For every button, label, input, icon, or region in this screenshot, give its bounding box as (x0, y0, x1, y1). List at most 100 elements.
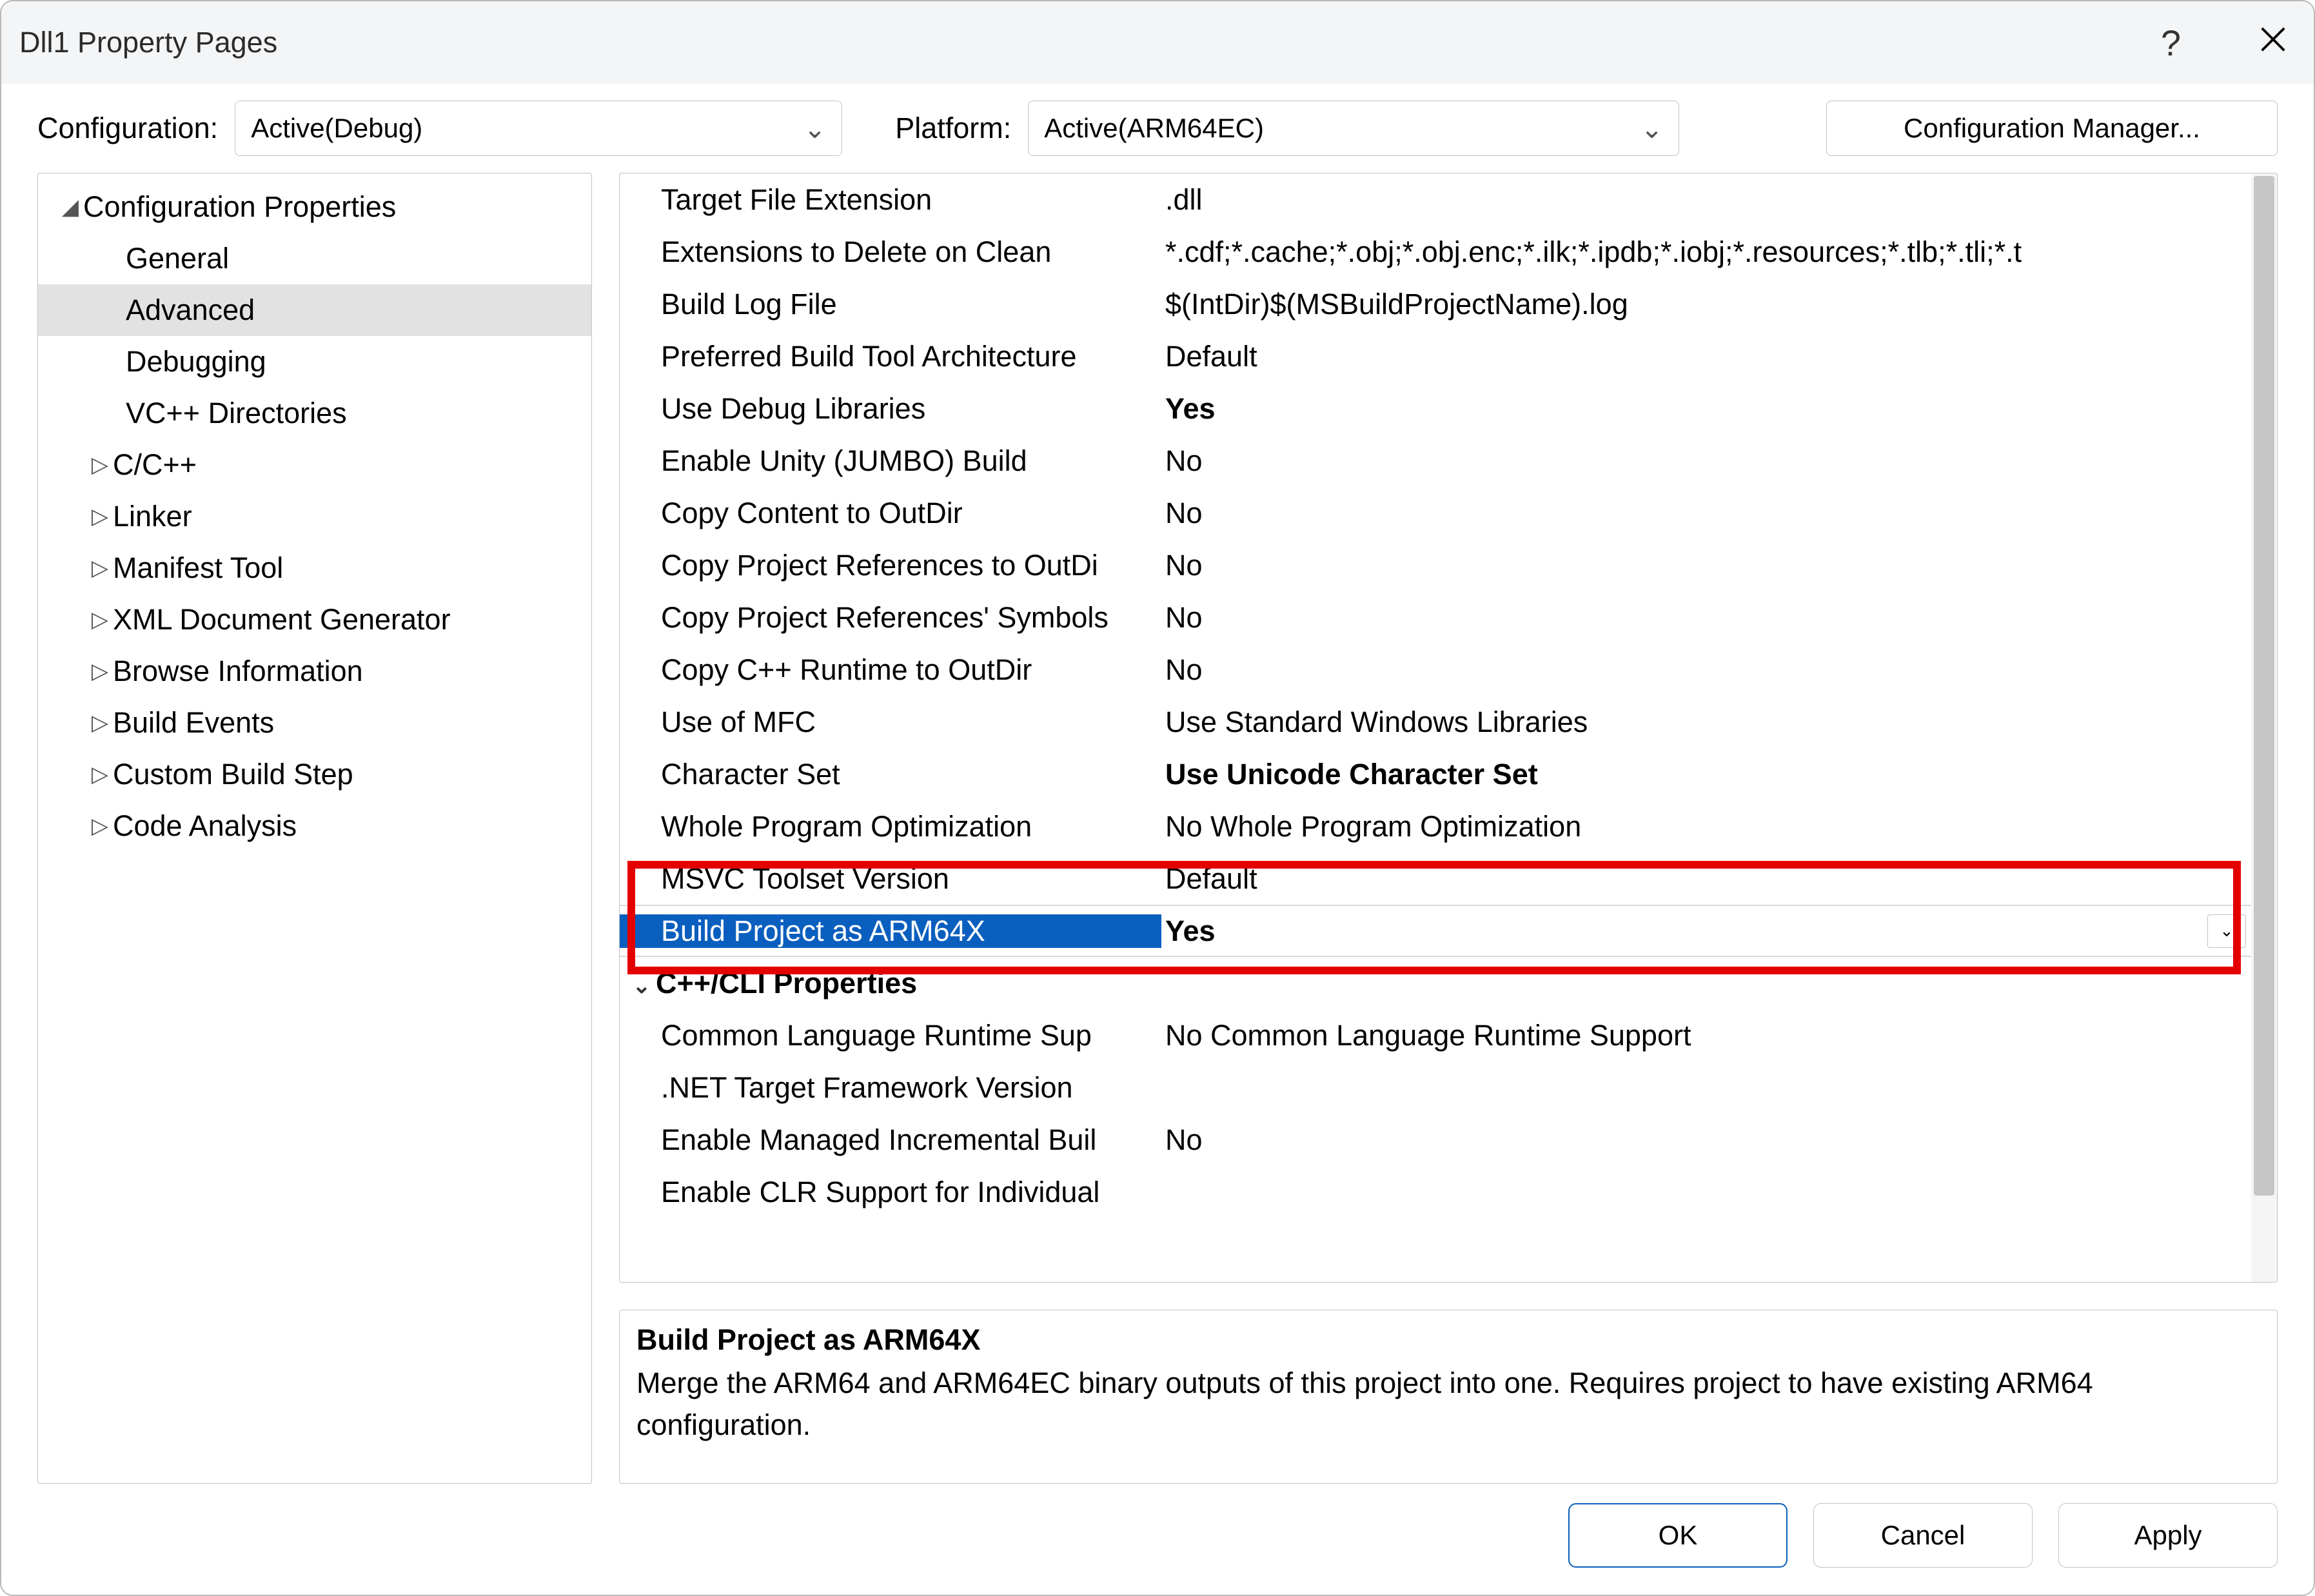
tree-item-label: Browse Information (113, 655, 363, 688)
property-name: Copy C++ Runtime to OutDir (620, 653, 1161, 687)
tree-item[interactable]: ▷Browse Information (38, 645, 591, 697)
property-value[interactable]: No (1161, 653, 2251, 687)
tree-item[interactable]: VC++ Directories (38, 388, 591, 439)
expand-icon: ▷ (87, 710, 113, 736)
property-value[interactable]: No (1161, 549, 2251, 582)
property-row[interactable]: .NET Target Framework Version (620, 1061, 2251, 1114)
expand-icon: ▷ (87, 555, 113, 581)
platform-label: Platform: (895, 112, 1011, 145)
configuration-dropdown[interactable]: Active(Debug) ⌄ (235, 101, 842, 156)
platform-dropdown[interactable]: Active(ARM64EC) ⌄ (1028, 101, 1679, 156)
property-name: .NET Target Framework Version (620, 1071, 1161, 1105)
property-name: Enable Managed Incremental Buil (620, 1123, 1161, 1157)
tree-item[interactable]: General (38, 233, 591, 284)
tree-item-label: General (126, 242, 229, 275)
property-name: Extensions to Delete on Clean (620, 235, 1161, 269)
property-pages-window: Dll1 Property Pages ? Configuration: Act… (0, 0, 2315, 1596)
close-icon[interactable] (2258, 25, 2288, 61)
scrollbar-thumb[interactable] (2254, 176, 2274, 1196)
help-description: Merge the ARM64 and ARM64EC binary outpu… (636, 1362, 2260, 1446)
tree-item-label: VC++ Directories (126, 397, 347, 430)
chevron-down-icon[interactable]: ⌄ (2207, 914, 2246, 948)
chevron-down-icon: ⌄ (1640, 113, 1663, 144)
tree-root[interactable]: ◢ Configuration Properties (38, 181, 591, 233)
property-value[interactable]: No Whole Program Optimization (1161, 810, 2251, 843)
property-name: Use of MFC (620, 705, 1161, 739)
tree-item[interactable]: Advanced (38, 284, 591, 336)
cancel-button[interactable]: Cancel (1813, 1503, 2033, 1568)
property-row[interactable]: Enable Managed Incremental BuilNo (620, 1114, 2251, 1166)
expand-icon: ▷ (87, 607, 113, 633)
ok-button[interactable]: OK (1568, 1503, 1788, 1568)
property-name: ⌄C++/CLI Properties (620, 967, 1161, 1000)
property-value[interactable]: .dll (1161, 183, 2251, 217)
property-name: Copy Content to OutDir (620, 497, 1161, 530)
tree-item-label: Linker (113, 500, 192, 533)
property-row[interactable]: Build Project as ARM64XYes⌄ (620, 905, 2251, 957)
property-row[interactable]: MSVC Toolset VersionDefault (620, 852, 2251, 905)
property-name: Use Debug Libraries (620, 392, 1161, 426)
property-value[interactable]: No Common Language Runtime Support (1161, 1019, 2251, 1052)
property-row[interactable]: Whole Program OptimizationNo Whole Progr… (620, 800, 2251, 852)
apply-button[interactable]: Apply (2058, 1503, 2278, 1568)
tree-item[interactable]: ▷Manifest Tool (38, 542, 591, 594)
footer: OK Cancel Apply (1, 1484, 2314, 1595)
collapse-icon: ⌄ (627, 973, 656, 999)
property-row[interactable]: Use Debug LibrariesYes (620, 382, 2251, 435)
property-row[interactable]: Common Language Runtime SupNo Common Lan… (620, 1009, 2251, 1061)
configuration-manager-button[interactable]: Configuration Manager... (1826, 101, 2278, 156)
collapse-icon: ◢ (57, 194, 83, 220)
main-area: ◢ Configuration Properties General Advanc… (1, 173, 2314, 1484)
property-row[interactable]: Copy Project References' SymbolsNo (620, 591, 2251, 644)
property-value[interactable]: No (1161, 601, 2251, 635)
property-row[interactable]: Use of MFCUse Standard Windows Libraries (620, 696, 2251, 748)
property-row[interactable]: Enable CLR Support for Individual (620, 1166, 2251, 1218)
property-row[interactable]: Build Log File$(IntDir)$(MSBuildProjectN… (620, 278, 2251, 330)
tree-item[interactable]: ▷Code Analysis (38, 800, 591, 852)
tree-item[interactable]: ▷Build Events (38, 697, 591, 749)
property-category[interactable]: ⌄C++/CLI Properties (620, 957, 2251, 1009)
tree-item[interactable]: ▷Custom Build Step (38, 749, 591, 800)
tree-item[interactable]: ▷XML Document Generator (38, 594, 591, 645)
property-value[interactable]: *.cdf;*.cache;*.obj;*.obj.enc;*.ilk;*.ip… (1161, 235, 2251, 269)
property-row[interactable]: Copy Project References to OutDiNo (620, 539, 2251, 591)
tree-item[interactable]: Debugging (38, 336, 591, 388)
property-row[interactable]: Character SetUse Unicode Character Set (620, 748, 2251, 800)
property-value[interactable]: Use Standard Windows Libraries (1161, 705, 2251, 739)
property-row[interactable]: Copy Content to OutDirNo (620, 487, 2251, 539)
property-value[interactable]: Yes (1161, 392, 2251, 426)
property-name: Preferred Build Tool Architecture (620, 340, 1161, 373)
property-value[interactable]: $(IntDir)$(MSBuildProjectName).log (1161, 288, 2251, 321)
property-row[interactable]: Extensions to Delete on Clean*.cdf;*.cac… (620, 226, 2251, 278)
property-value[interactable]: Default (1161, 340, 2251, 373)
scrollbar-track[interactable] (2251, 173, 2277, 1282)
expand-icon: ▷ (87, 762, 113, 787)
property-name: Whole Program Optimization (620, 810, 1161, 843)
tree-item[interactable]: ▷C/C++ (38, 439, 591, 491)
window-title: Dll1 Property Pages (19, 26, 277, 59)
tree-item-label: Manifest Tool (113, 551, 283, 585)
expand-icon: ▷ (87, 813, 113, 839)
tree-item[interactable]: ▷Linker (38, 491, 591, 542)
property-value[interactable]: No (1161, 497, 2251, 530)
property-name: Copy Project References to OutDi (620, 549, 1161, 582)
property-row[interactable]: Preferred Build Tool ArchitectureDefault (620, 330, 2251, 382)
tree-item-label: C/C++ (113, 448, 197, 482)
property-value[interactable]: Use Unicode Character Set (1161, 758, 2251, 791)
property-row[interactable]: Target File Extension.dll (620, 173, 2251, 226)
property-value[interactable]: Yes⌄ (1161, 914, 2251, 948)
property-value[interactable]: No (1161, 444, 2251, 478)
property-name: Build Project as ARM64X (620, 914, 1161, 948)
tree-item-label: Custom Build Step (113, 758, 353, 791)
expand-icon: ▷ (87, 504, 113, 529)
property-value[interactable]: Default (1161, 862, 2251, 896)
configuration-label: Configuration: (37, 112, 218, 145)
config-row: Configuration: Active(Debug) ⌄ Platform:… (1, 84, 2314, 173)
property-row[interactable]: Enable Unity (JUMBO) BuildNo (620, 435, 2251, 487)
chevron-down-icon: ⌄ (803, 113, 826, 144)
property-name: MSVC Toolset Version (620, 862, 1161, 896)
nav-tree: ◢ Configuration Properties General Advanc… (37, 173, 592, 1484)
help-icon[interactable]: ? (2161, 22, 2181, 64)
property-value[interactable]: No (1161, 1123, 2251, 1157)
property-row[interactable]: Copy C++ Runtime to OutDirNo (620, 644, 2251, 696)
